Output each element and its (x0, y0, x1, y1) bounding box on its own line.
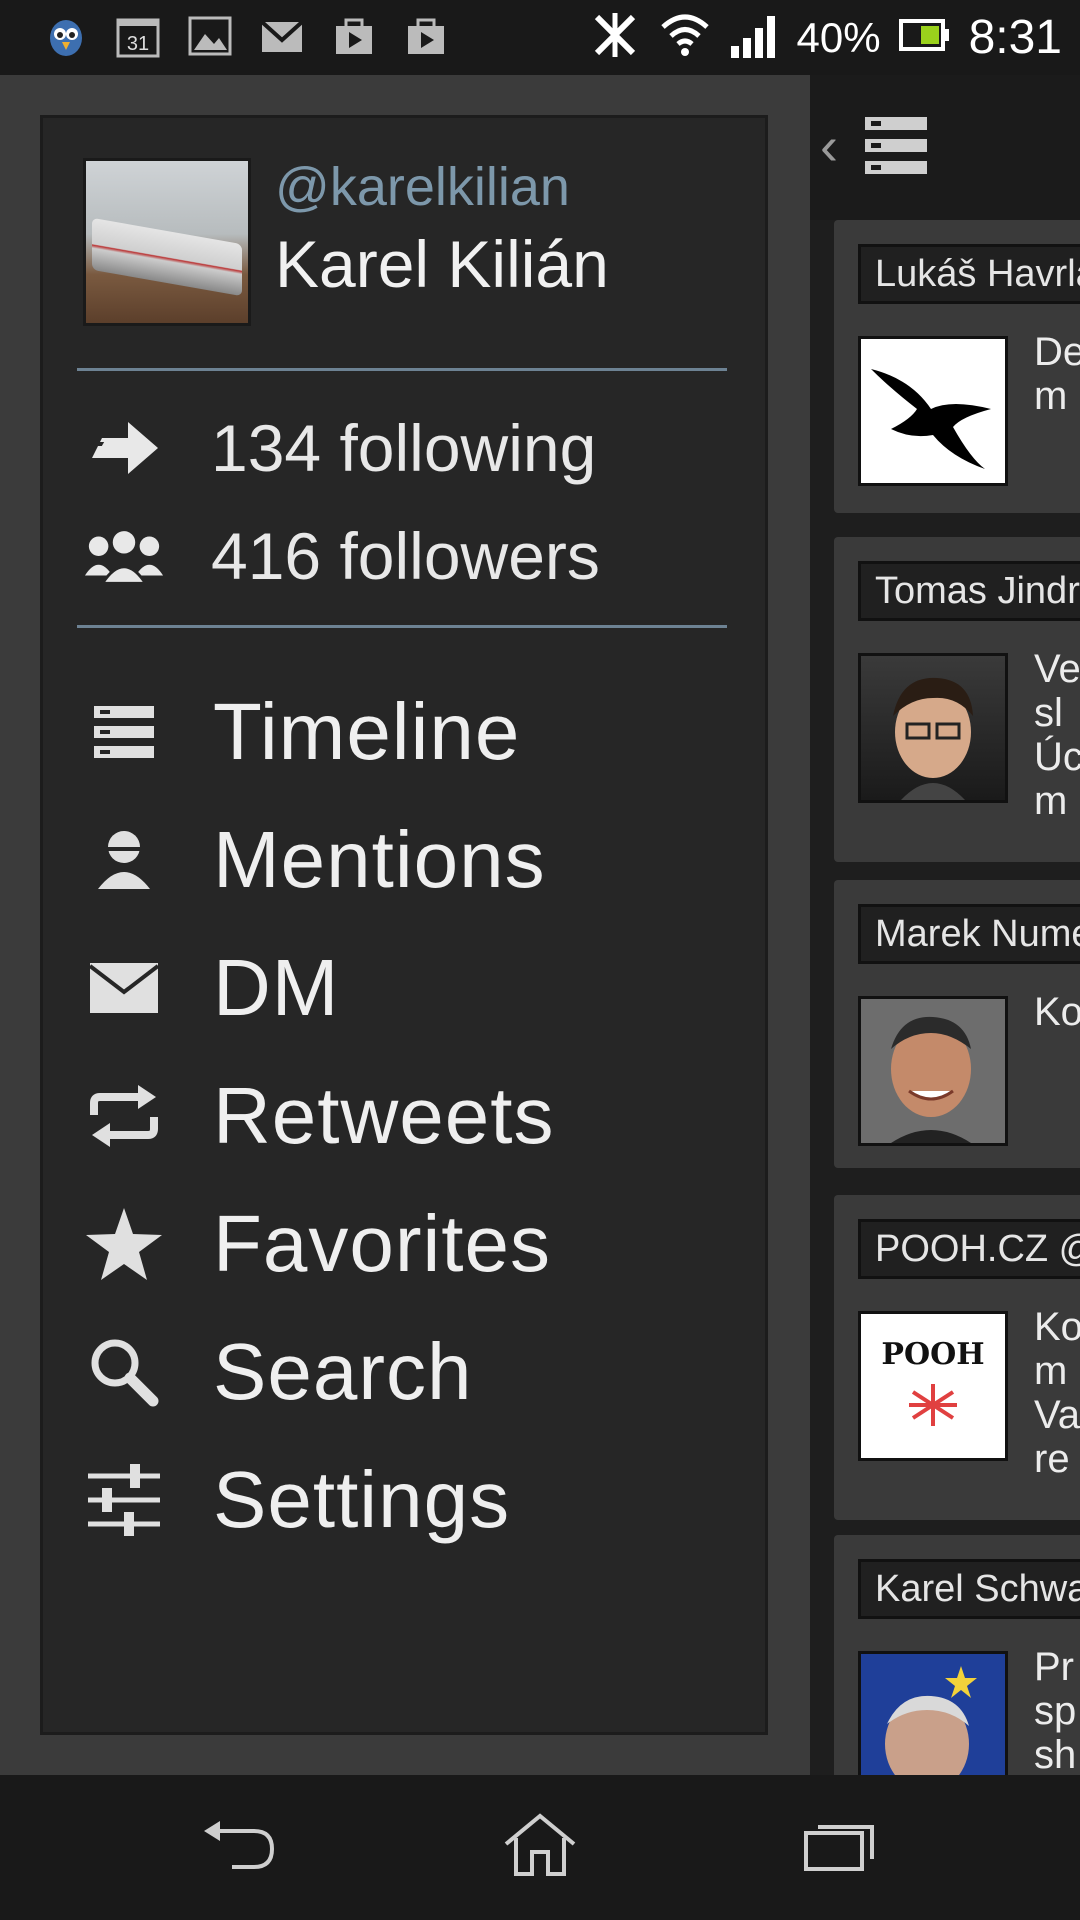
battery-icon (898, 18, 951, 57)
svg-text:POOH: POOH (881, 1337, 984, 1372)
recent-apps-button[interactable] (795, 1805, 885, 1885)
tweet-author[interactable]: POOH.CZ @ (858, 1219, 1080, 1279)
envelope-icon (83, 947, 165, 1029)
timeline-header: ‹ (810, 75, 1080, 220)
pooh-logo: POOH (881, 1337, 985, 1426)
menu-label-favorites: Favorites (213, 1199, 551, 1288)
bird-app-icon (40, 12, 92, 60)
menu-item-timeline[interactable]: Timeline (83, 673, 723, 791)
tweet-author[interactable]: Tomas Jindra (858, 561, 1080, 621)
tweet-card[interactable]: POOH.CZ @ POOH Ko m Va re (834, 1195, 1080, 1520)
divider (77, 368, 727, 371)
tweet-avatar[interactable]: POOH (858, 1311, 1008, 1461)
nfc-muted-icon (589, 9, 641, 66)
following-arrow-icon (83, 413, 165, 483)
tweet-text: Pr sp sh (1034, 1645, 1077, 1775)
followers-link[interactable]: 416 followers (83, 506, 600, 606)
menu-label-timeline: Timeline (213, 687, 521, 776)
tweet-author[interactable]: Marek Numer (858, 904, 1080, 964)
settings-sliders-icon (83, 1459, 165, 1541)
timeline-panel: ‹ Lukáš Havrla De m Tomas Jindra Ve sl Ú… (810, 75, 1080, 1775)
calendar-day: 31 (127, 33, 149, 55)
timeline-list-icon (83, 691, 165, 773)
tweet-text: Ko (1034, 990, 1080, 1034)
person-photo (861, 999, 1005, 1143)
tweet-avatar[interactable] (858, 336, 1008, 486)
menu-label-search: Search (213, 1327, 473, 1416)
divider (77, 625, 727, 628)
menu-item-favorites[interactable]: Favorites (83, 1185, 723, 1303)
signal-icon (729, 12, 779, 63)
search-icon (83, 1331, 165, 1413)
menu-label-mentions: Mentions (213, 815, 546, 904)
following-count: 134 following (211, 411, 597, 485)
menu-item-search[interactable]: Search (83, 1313, 723, 1431)
tweet-card[interactable]: Lukáš Havrla De m (834, 220, 1080, 513)
system-navigation-bar (0, 1775, 1080, 1920)
followers-count: 416 followers (211, 519, 600, 593)
tweet-text: Ve sl Úc m (1034, 647, 1080, 823)
drawer-back-chevron-icon[interactable]: ‹ (820, 115, 838, 177)
profile-handle[interactable]: @karelkilian (275, 156, 570, 218)
tweet-text: De m (1034, 330, 1080, 418)
profile-name[interactable]: Karel Kilián (275, 226, 609, 302)
play-store-icon-2 (400, 12, 452, 60)
retweet-icon (83, 1075, 165, 1157)
tweet-card[interactable]: Tomas Jindra Ve sl Úc m (834, 537, 1080, 862)
tweet-card[interactable]: Karel Schwa Pr sp sh (834, 1535, 1080, 1775)
tweet-author[interactable]: Lukáš Havrla (858, 244, 1080, 304)
profile-avatar[interactable] (83, 158, 251, 326)
mentions-person-icon (83, 819, 165, 901)
menu-label-dm: DM (213, 943, 340, 1032)
drawer-card: @karelkilian Karel Kilián 134 following … (40, 115, 768, 1735)
tweet-card[interactable]: Marek Numer Ko (834, 880, 1080, 1168)
timeline-menu-icon[interactable] (865, 117, 927, 180)
gallery-icon (184, 12, 236, 60)
following-link[interactable]: 134 following (83, 398, 596, 498)
back-button[interactable] (195, 1805, 285, 1885)
menu-item-dm[interactable]: DM (83, 929, 723, 1047)
tweet-text: Ko m Va re (1034, 1305, 1080, 1481)
person-photo (893, 677, 973, 800)
tweet-avatar[interactable] (858, 1651, 1008, 1775)
tweet-avatar[interactable] (858, 996, 1008, 1146)
person-photo (861, 1654, 1005, 1775)
tweet-author[interactable]: Karel Schwa (858, 1559, 1080, 1619)
play-store-icon (328, 12, 380, 60)
home-icon (504, 1813, 576, 1876)
tweet-avatar[interactable] (858, 653, 1008, 803)
status-bar: 31 40% 8:31 (0, 0, 1080, 75)
menu-label-settings: Settings (213, 1455, 511, 1544)
back-arrow-icon (204, 1821, 275, 1869)
recent-apps-icon (804, 1825, 874, 1871)
menu-label-retweets: Retweets (213, 1071, 555, 1160)
calendar-icon: 31 (112, 12, 164, 60)
menu-item-mentions[interactable]: Mentions (83, 801, 723, 919)
wifi-icon (659, 11, 711, 64)
clock: 8:31 (968, 11, 1062, 64)
home-button[interactable] (495, 1805, 585, 1885)
battery-percent: 40% (796, 13, 881, 61)
followers-group-icon (83, 521, 165, 591)
bird-silhouette-icon (871, 369, 991, 469)
gmail-icon (256, 12, 308, 60)
menu-item-settings[interactable]: Settings (83, 1441, 723, 1559)
menu-item-retweets[interactable]: Retweets (83, 1057, 723, 1175)
star-icon (83, 1203, 165, 1285)
